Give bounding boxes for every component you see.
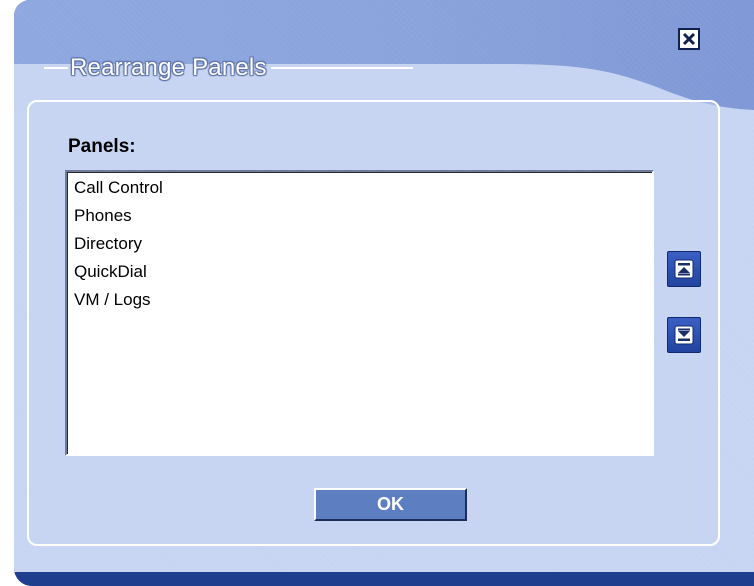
dialog-title: Rearrange Panels xyxy=(70,54,267,81)
close-button[interactable] xyxy=(678,28,700,50)
list-item[interactable]: Phones xyxy=(74,202,132,230)
list-item[interactable]: Call Control xyxy=(74,174,163,202)
title-row: Rearrange Panels xyxy=(44,50,413,86)
title-line-left xyxy=(44,67,68,69)
move-down-button[interactable] xyxy=(667,317,701,353)
bottom-border xyxy=(14,572,754,586)
list-item[interactable]: QuickDial xyxy=(74,258,147,286)
move-up-button[interactable] xyxy=(667,251,701,287)
list-item[interactable]: VM / Logs xyxy=(74,286,151,314)
panels-listbox[interactable]: Call Control Phones Directory QuickDial … xyxy=(65,170,654,456)
title-line-right xyxy=(270,67,413,69)
panels-label: Panels: xyxy=(68,136,136,157)
ok-button[interactable]: OK xyxy=(314,488,467,521)
list-item[interactable]: Directory xyxy=(74,230,142,258)
close-x-icon xyxy=(682,32,696,46)
move-down-icon xyxy=(674,325,694,345)
move-up-icon xyxy=(674,259,694,279)
